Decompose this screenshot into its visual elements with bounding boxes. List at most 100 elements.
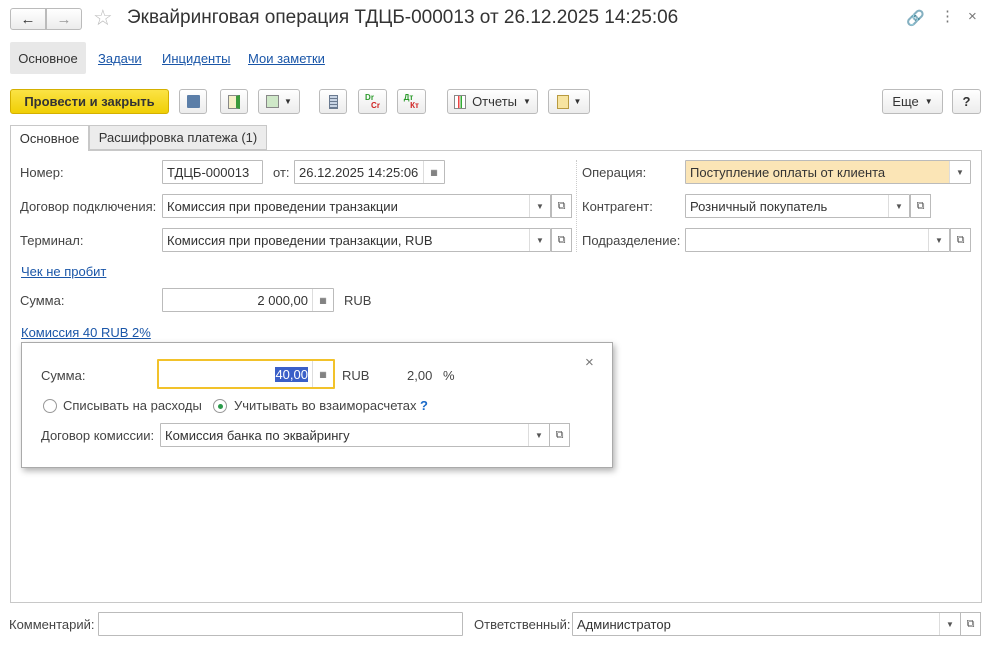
popup-sum-label: Сумма: [41,368,86,383]
chevron-down-icon[interactable]: ▼ [529,229,550,251]
star-icon[interactable]: ☆ [93,5,113,31]
comment-label: Комментарий: [9,617,95,632]
floppy-icon [186,95,200,108]
number-label: Номер: [20,165,64,180]
close-icon[interactable]: × [968,8,977,25]
number-field[interactable]: ТДЦБ-000013 [162,160,263,184]
chevron-down-icon: ▼ [573,97,582,106]
popup-sum-field[interactable]: 40,00 ▦ [157,359,335,389]
from-label: от: [273,165,290,180]
open-icon[interactable]: ⧉ [549,423,570,447]
chevron-down-icon[interactable]: ▼ [928,229,949,251]
popup-contract-select[interactable]: Комиссия банка по эквайрингу ▼ [160,423,550,447]
date-value: 26.12.2025 14:25:06 [299,164,419,180]
contract-value: Комиссия при проведении транзакции [167,198,398,214]
terminal-select[interactable]: Комиссия при проведении транзакции, RUB ▼ [162,228,551,252]
list-icon [328,94,338,109]
division-select[interactable]: ▼ [685,228,950,252]
more-button[interactable]: Еще ▼ [882,89,943,114]
nav-notes[interactable]: Мои заметки [248,51,325,66]
radio-expense-label[interactable]: Списывать на расходы [63,398,202,414]
reports-button[interactable]: Отчеты ▼ [447,89,538,114]
commission-popup: × Сумма: 40,00 ▦ RUB 2,00 % Списывать на … [21,342,613,468]
drcr-button[interactable]: Dr Cr [358,89,387,114]
nav-tasks[interactable]: Задачи [98,51,142,66]
chevron-down-icon: ▼ [924,97,933,106]
chevron-down-icon[interactable]: ▼ [939,613,960,635]
comment-field[interactable] [98,612,463,636]
chevron-down-icon: ▼ [284,97,292,106]
create-based-icon [266,95,280,108]
back-button[interactable]: ← [10,8,46,30]
popup-contract-label: Договор комиссии: [41,428,155,443]
chevron-down-icon[interactable]: ▼ [529,195,550,217]
forward-button[interactable]: → [46,8,82,30]
help-link[interactable]: ? [420,398,428,414]
post-document-icon [228,94,240,109]
calculator-icon[interactable]: ▦ [312,361,333,387]
sum-field[interactable]: 2 000,00 ▦ [162,288,334,312]
create-based-on-button[interactable]: ▼ [258,89,300,114]
terminal-value: Комиссия при проведении транзакции, RUB [167,232,433,248]
open-icon[interactable]: ⧉ [950,228,971,252]
link-icon[interactable]: 🔗 [906,9,925,27]
radio-expense[interactable] [43,399,57,413]
page-title: Эквайринговая операция ТДЦБ-000013 от 26… [127,7,679,28]
responsible-select[interactable]: Администратор ▼ [572,612,961,636]
arrow-right-icon: → [56,10,72,28]
responsible-label: Ответственный: [474,617,571,632]
radio-settlement[interactable] [213,399,227,413]
tab-main[interactable]: Основное [10,125,89,151]
sum-value: 2 000,00 [257,292,308,308]
calculator-icon[interactable]: ▦ [312,289,333,311]
date-field[interactable]: 26.12.2025 14:25:06 ▦ [294,160,445,184]
number-value: ТДЦБ-000013 [167,164,250,180]
drcr-icon-bottom: Cr [371,100,380,110]
post-and-close-button[interactable]: Провести и закрыть [10,89,169,114]
popup-percent: 2,00 [407,368,433,383]
list-button[interactable] [319,89,347,114]
arrow-left-icon: ← [20,10,36,28]
sum-label: Сумма: [20,293,65,308]
popup-percent-sign: % [443,368,455,383]
more-label: Еще [892,94,919,109]
counterparty-select[interactable]: Розничный покупатель ▼ [685,194,910,218]
receipt-link[interactable]: Чек не пробит [21,264,106,279]
open-icon[interactable]: ⧉ [551,228,572,252]
popup-contract-value: Комиссия банка по эквайрингу [165,427,350,443]
nav-incidents[interactable]: Инциденты [162,51,231,66]
post-button[interactable] [220,89,248,114]
open-icon[interactable]: ⧉ [910,194,931,218]
contract-select[interactable]: Комиссия при проведении транзакции ▼ [162,194,551,218]
save-button[interactable] [179,89,207,114]
operation-label: Операция: [582,165,647,180]
currency-label: RUB [344,293,372,308]
popup-currency: RUB [342,368,370,383]
chevron-down-icon[interactable]: ▼ [888,195,909,217]
dtkt-icon-bottom: Кт [410,100,419,110]
print-button[interactable]: ▼ [548,89,590,114]
division-label: Подразделение: [582,233,681,248]
responsible-value: Администратор [577,616,671,632]
terminal-label: Терминал: [20,233,84,248]
chevron-down-icon[interactable]: ▼ [949,161,970,183]
chevron-down-icon[interactable]: ▼ [528,424,549,446]
reports-label: Отчеты [472,94,517,109]
dtkt-button[interactable]: Дт Кт [397,89,426,114]
open-icon[interactable]: ⧉ [551,194,572,218]
help-button[interactable]: ? [952,89,981,114]
operation-select[interactable]: Поступление оплаты от клиента ▼ [685,160,971,184]
nav-main[interactable]: Основное [10,42,86,74]
column-divider [576,160,577,252]
commission-link[interactable]: Комиссия 40 RUB 2% [21,325,151,340]
radio-settlement-label[interactable]: Учитывать во взаиморасчетах [234,398,417,414]
tab-payment-details[interactable]: Расшифровка платежа (1) [89,125,267,150]
counterparty-value: Розничный покупатель [690,198,828,214]
calendar-icon[interactable]: ▦ [423,161,444,183]
counterparty-label: Контрагент: [582,199,653,214]
more-vert-icon[interactable]: ⋮ [940,7,955,25]
print-doc-icon [556,94,569,109]
popup-sum-value: 40,00 [275,366,308,382]
open-icon[interactable]: ⧉ [960,612,981,636]
close-icon[interactable]: × [585,354,594,371]
